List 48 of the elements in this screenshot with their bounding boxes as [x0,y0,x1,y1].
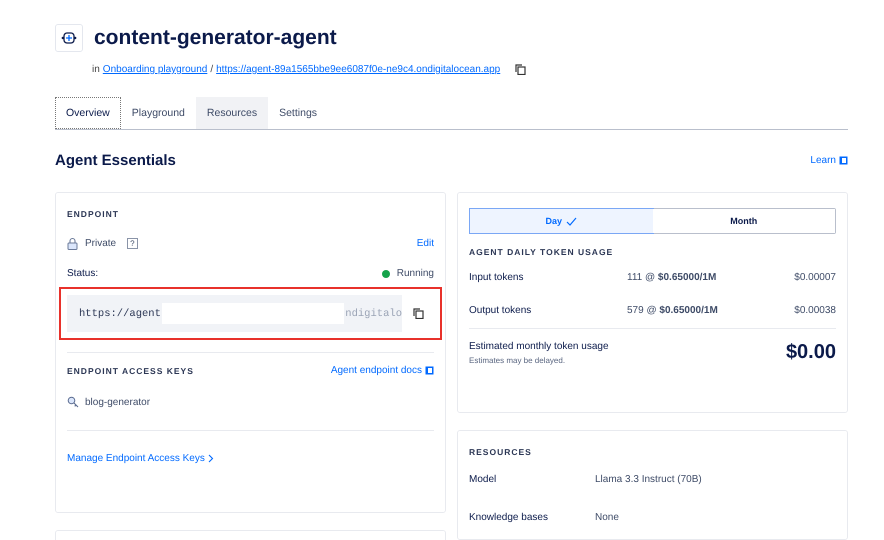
status-label: Status: [67,268,98,279]
estimate-note: Estimates may be delayed. [469,356,566,365]
breadcrumb-separator: / [210,64,214,75]
manage-keys-link[interactable]: Manage Endpoint Access Keys [67,453,434,464]
card-heading: ENDPOINT ACCESS KEYS [67,366,194,376]
breadcrumb-prefix: in [92,64,100,75]
key-icon [67,396,79,408]
token-cost: $0.00007 [794,272,836,283]
project-link[interactable]: Onboarding playground [102,64,208,75]
status-text: Running [396,268,434,279]
resource-label: Model [469,474,498,485]
tab[interactable]: Settings [268,97,328,129]
card-heading: RESOURCES [469,447,533,457]
token-cost: $0.00038 [794,305,836,316]
tab[interactable]: Playground [120,97,196,129]
page-title: content-generator-agent [94,26,337,50]
token-rate: 579 @ $0.65000/1M [627,305,719,316]
card-heading: ENDPOINT [67,209,120,219]
tab[interactable]: Overview [55,97,121,129]
agent-url-link[interactable]: https://agent-89a1565bbe9ee6087f0e-ne9c4.ondigitalocean.app [216,64,500,75]
token-label: Input tokens [469,272,524,283]
token-label: Output tokens [469,305,532,316]
estimate-label: Estimated monthly token usage [469,341,609,352]
chevron-right-icon [208,454,214,463]
period-toggle[interactable]: Month [652,209,835,233]
resource-value: Llama 3.3 Instruct (70B) [595,474,703,485]
period-toggle[interactable]: Day [470,209,652,233]
endpoint-url-field[interactable]: https://agent ndigitalo [67,295,402,332]
visibility-label: Private [85,238,116,249]
copy-icon[interactable] [515,64,526,75]
lock-icon [67,237,78,250]
tab[interactable]: Resources [196,97,268,129]
help-badge[interactable]: ? [127,238,138,249]
learn-link[interactable]: Learn [810,155,848,166]
section-title: Agent Essentials [55,152,176,169]
card-heading: AGENT DAILY TOKEN USAGE [469,247,614,257]
edit-link[interactable]: Edit [416,238,434,249]
estimate-value: $0.00 [786,341,836,364]
docs-link[interactable]: Agent endpoint docs [330,365,434,376]
url-end: ndigitalo [345,308,402,320]
copy-icon [412,308,424,319]
token-rate: 111 @ $0.65000/1M [627,272,718,283]
checkmark-icon [566,216,577,226]
access-key-name: blog-generator [85,396,150,408]
agent-logo-icon [55,24,83,52]
resource-label: Knowledge bases [469,512,549,523]
url-start: https://agent [79,308,161,320]
resource-value: None [595,512,620,523]
